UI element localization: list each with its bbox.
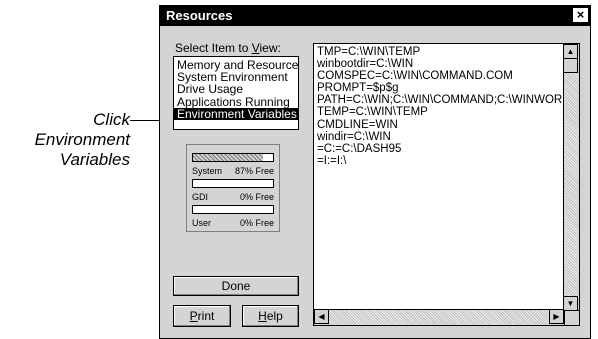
env-line: COMSPEC=C:\WIN\COMMAND.COM <box>317 70 513 83</box>
item-listbox[interactable]: Memory and Resources System Environment … <box>173 56 299 130</box>
scroll-up-icon[interactable]: ▲ <box>563 44 578 59</box>
environment-text-area[interactable]: TMP=C:\WIN\TEMP winbootdir=C:\WIN COMSPE… <box>313 43 580 326</box>
system-meter-label: System <box>192 166 223 176</box>
env-line: winbootdir=C:\WIN <box>317 58 414 71</box>
env-line: TEMP=C:\WIN\TEMP <box>317 106 428 119</box>
env-line: windir=C:\WIN <box>317 130 391 143</box>
scroll-left-icon[interactable]: ◀ <box>314 309 329 324</box>
print-button[interactable]: Print <box>173 305 231 327</box>
help-button[interactable]: Help <box>242 305 299 327</box>
list-item-drive-usage[interactable]: Drive Usage <box>174 83 298 95</box>
done-button[interactable]: Done <box>173 276 299 296</box>
gdi-meter-bar <box>192 179 274 188</box>
env-line: TMP=C:\WIN\TEMP <box>317 46 421 58</box>
resources-window: Resources × Select Item to View: Memory … <box>159 5 591 339</box>
gdi-meter: GDI 0% Free <box>192 179 274 204</box>
system-meter-fill <box>193 154 263 161</box>
list-item-environment-variables[interactable]: Environment Variables <box>174 108 298 120</box>
scroll-corner <box>564 310 579 325</box>
system-meter-value: 87% Free <box>234 166 274 176</box>
user-meter-value: 0% Free <box>239 218 274 228</box>
env-line: PATH=C:\WIN;C:\WIN\COMMAND;C:\WINWORD <box>317 94 563 107</box>
vertical-scroll-thumb[interactable] <box>563 58 578 73</box>
gdi-meter-value: 0% Free <box>239 192 274 202</box>
user-meter: User 0% Free <box>192 205 274 230</box>
list-item-applications[interactable]: Applications Running <box>174 95 298 107</box>
title-bar: Resources × <box>160 6 590 26</box>
env-line: CMDLINE=WIN <box>317 118 398 131</box>
env-line: PROMPT=$p$g <box>317 82 399 95</box>
horizontal-scrollbar[interactable]: ◀ ▶ <box>314 309 564 325</box>
scroll-down-icon[interactable]: ▼ <box>563 296 578 311</box>
environment-variables-text: TMP=C:\WIN\TEMP winbootdir=C:\WIN COMSPE… <box>317 46 563 167</box>
system-meter: System 87% Free <box>192 153 274 178</box>
select-item-label: Select Item to View: <box>175 41 281 55</box>
env-line: =I:=I:\ <box>317 154 347 167</box>
resource-meters: System 87% Free GDI 0% Free User 0% Free <box>186 144 280 232</box>
window-title: Resources <box>166 8 233 23</box>
system-meter-bar <box>192 153 274 162</box>
gdi-meter-label: GDI <box>192 192 209 202</box>
user-meter-bar <box>192 205 274 214</box>
callout-annotation: Click Environment Variables <box>35 110 130 170</box>
callout-line-2: Environment <box>34 130 130 149</box>
env-line: =C:=C:\DASH95 <box>317 142 402 155</box>
callout-line-1: Click <box>93 110 130 129</box>
vertical-scrollbar[interactable]: ▲ ▼ <box>563 44 579 311</box>
callout-line-3: Variables <box>59 150 130 169</box>
user-meter-label: User <box>192 218 212 228</box>
close-icon[interactable]: × <box>573 8 588 22</box>
scroll-right-icon[interactable]: ▶ <box>549 309 564 324</box>
